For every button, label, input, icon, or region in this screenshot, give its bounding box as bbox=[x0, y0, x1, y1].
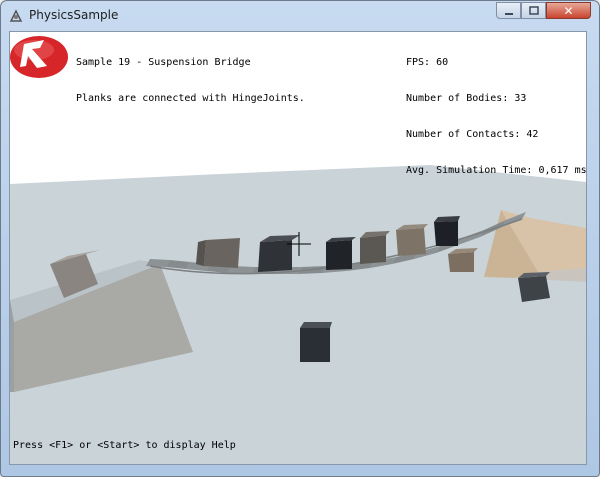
minimize-icon bbox=[504, 12, 513, 15]
bodies-readout: Number of Bodies: 33 bbox=[406, 93, 527, 104]
contacts-readout: Number of Contacts: 42 bbox=[406, 129, 539, 140]
crate bbox=[434, 216, 460, 246]
render-viewport[interactable]: Sample 19 - Suspension Bridge Planks are… bbox=[9, 31, 587, 465]
minimize-button[interactable] bbox=[496, 2, 521, 19]
app-icon bbox=[9, 9, 23, 22]
crate bbox=[396, 224, 428, 256]
close-icon: ✕ bbox=[563, 3, 574, 18]
fps-readout: FPS: 60 bbox=[406, 57, 449, 68]
close-button[interactable]: ✕ bbox=[546, 2, 591, 19]
maximize-button[interactable] bbox=[521, 2, 546, 19]
sample-title: Sample 19 - Suspension Bridge bbox=[76, 57, 251, 68]
crate bbox=[448, 248, 478, 272]
crate bbox=[326, 237, 356, 270]
help-hint: Press <F1> or <Start> to display Help bbox=[13, 440, 236, 451]
sim-time-readout: Avg. Simulation Time: 0,617 ms bbox=[406, 165, 587, 176]
stats-panel: FPS: 60 Number of Bodies: 33 Number of C… bbox=[406, 33, 587, 201]
app-window: PhysicsSample ✕ Sample 19 - Suspension B… bbox=[0, 0, 600, 477]
maximize-icon bbox=[528, 5, 539, 15]
sample-description: Planks are connected with HingeJoints. bbox=[76, 93, 305, 104]
title-bar[interactable]: PhysicsSample ✕ bbox=[1, 1, 599, 31]
crate bbox=[360, 231, 390, 264]
sample-info: Sample 19 - Suspension Bridge Planks are… bbox=[76, 33, 305, 129]
crate bbox=[518, 272, 550, 302]
crate bbox=[300, 322, 332, 362]
window-title: PhysicsSample bbox=[29, 8, 119, 22]
crate bbox=[196, 238, 240, 268]
logo-icon bbox=[10, 36, 68, 78]
